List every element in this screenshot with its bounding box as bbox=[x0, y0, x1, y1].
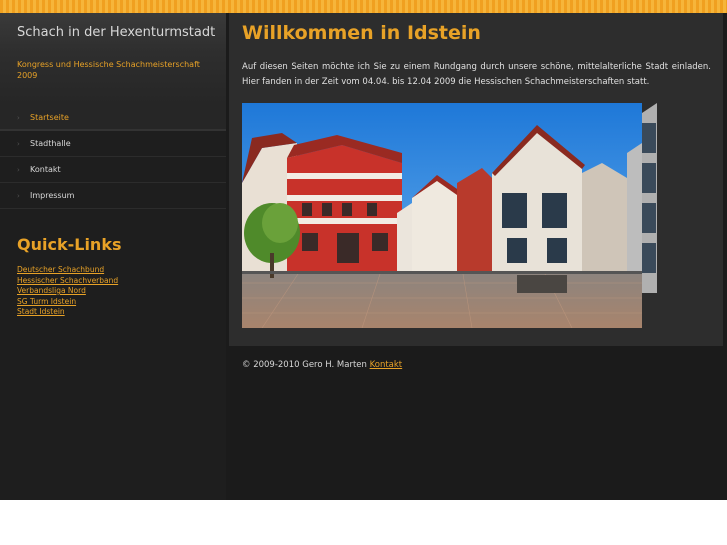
main-content: Willkommen in Idstein Auf diesen Seiten … bbox=[229, 13, 723, 346]
nav-item-label: Startseite bbox=[30, 113, 69, 122]
nav-item-impressum[interactable]: › Impressum bbox=[0, 183, 226, 209]
chevron-right-icon: › bbox=[17, 140, 20, 148]
nav-item-label: Kontakt bbox=[30, 165, 61, 174]
building-photo-edge bbox=[642, 103, 723, 328]
top-stripe-bar bbox=[0, 0, 727, 13]
town-square-photo bbox=[242, 103, 642, 328]
site-subtitle: Kongress und Hessische Schachmeisterscha… bbox=[17, 60, 200, 80]
quick-link-hessischer-schachverband[interactable]: Hessischer Schachverband bbox=[17, 276, 217, 287]
sidebar: Schach in der Hexenturmstadt Kongress un… bbox=[0, 13, 226, 500]
nav-item-startseite[interactable]: › Startseite bbox=[0, 105, 226, 131]
page-title: Willkommen in Idstein bbox=[242, 22, 481, 44]
chevron-right-icon: › bbox=[17, 114, 20, 122]
footer: © 2009-2010 Gero H. Marten Kontakt bbox=[242, 359, 402, 371]
nav-item-kontakt[interactable]: › Kontakt bbox=[0, 157, 226, 183]
intro-text: Auf diesen Seiten möchte ich Sie zu eine… bbox=[242, 62, 711, 87]
quick-link-deutscher-schachbund[interactable]: Deutscher Schachbund bbox=[17, 265, 217, 276]
site-title: Schach in der Hexenturmstadt bbox=[17, 25, 216, 40]
nav-item-stadthalle[interactable]: › Stadthalle bbox=[0, 131, 226, 157]
nav-item-label: Stadthalle bbox=[30, 139, 71, 148]
quick-links-heading: Quick-Links bbox=[17, 235, 122, 254]
quick-links-list: Deutscher Schachbund Hessischer Schachve… bbox=[17, 265, 217, 318]
main-navigation: › Startseite › Stadthalle › Kontakt › Im… bbox=[0, 105, 226, 209]
footer-contact-link[interactable]: Kontakt bbox=[370, 360, 403, 370]
copyright-text: © 2009-2010 Gero H. Marten bbox=[242, 360, 367, 370]
page-frame: Schach in der Hexenturmstadt Kongress un… bbox=[0, 0, 727, 500]
nav-item-label: Impressum bbox=[30, 191, 75, 200]
chevron-right-icon: › bbox=[17, 192, 20, 200]
site-header: Schach in der Hexenturmstadt Kongress un… bbox=[0, 13, 226, 105]
chevron-right-icon: › bbox=[17, 166, 20, 174]
quick-link-stadt-idstein[interactable]: Stadt Idstein bbox=[17, 307, 217, 318]
quick-link-sg-turm-idstein[interactable]: SG Turm Idstein bbox=[17, 297, 217, 308]
quick-link-verbandsliga-nord[interactable]: Verbandsliga Nord bbox=[17, 286, 217, 297]
